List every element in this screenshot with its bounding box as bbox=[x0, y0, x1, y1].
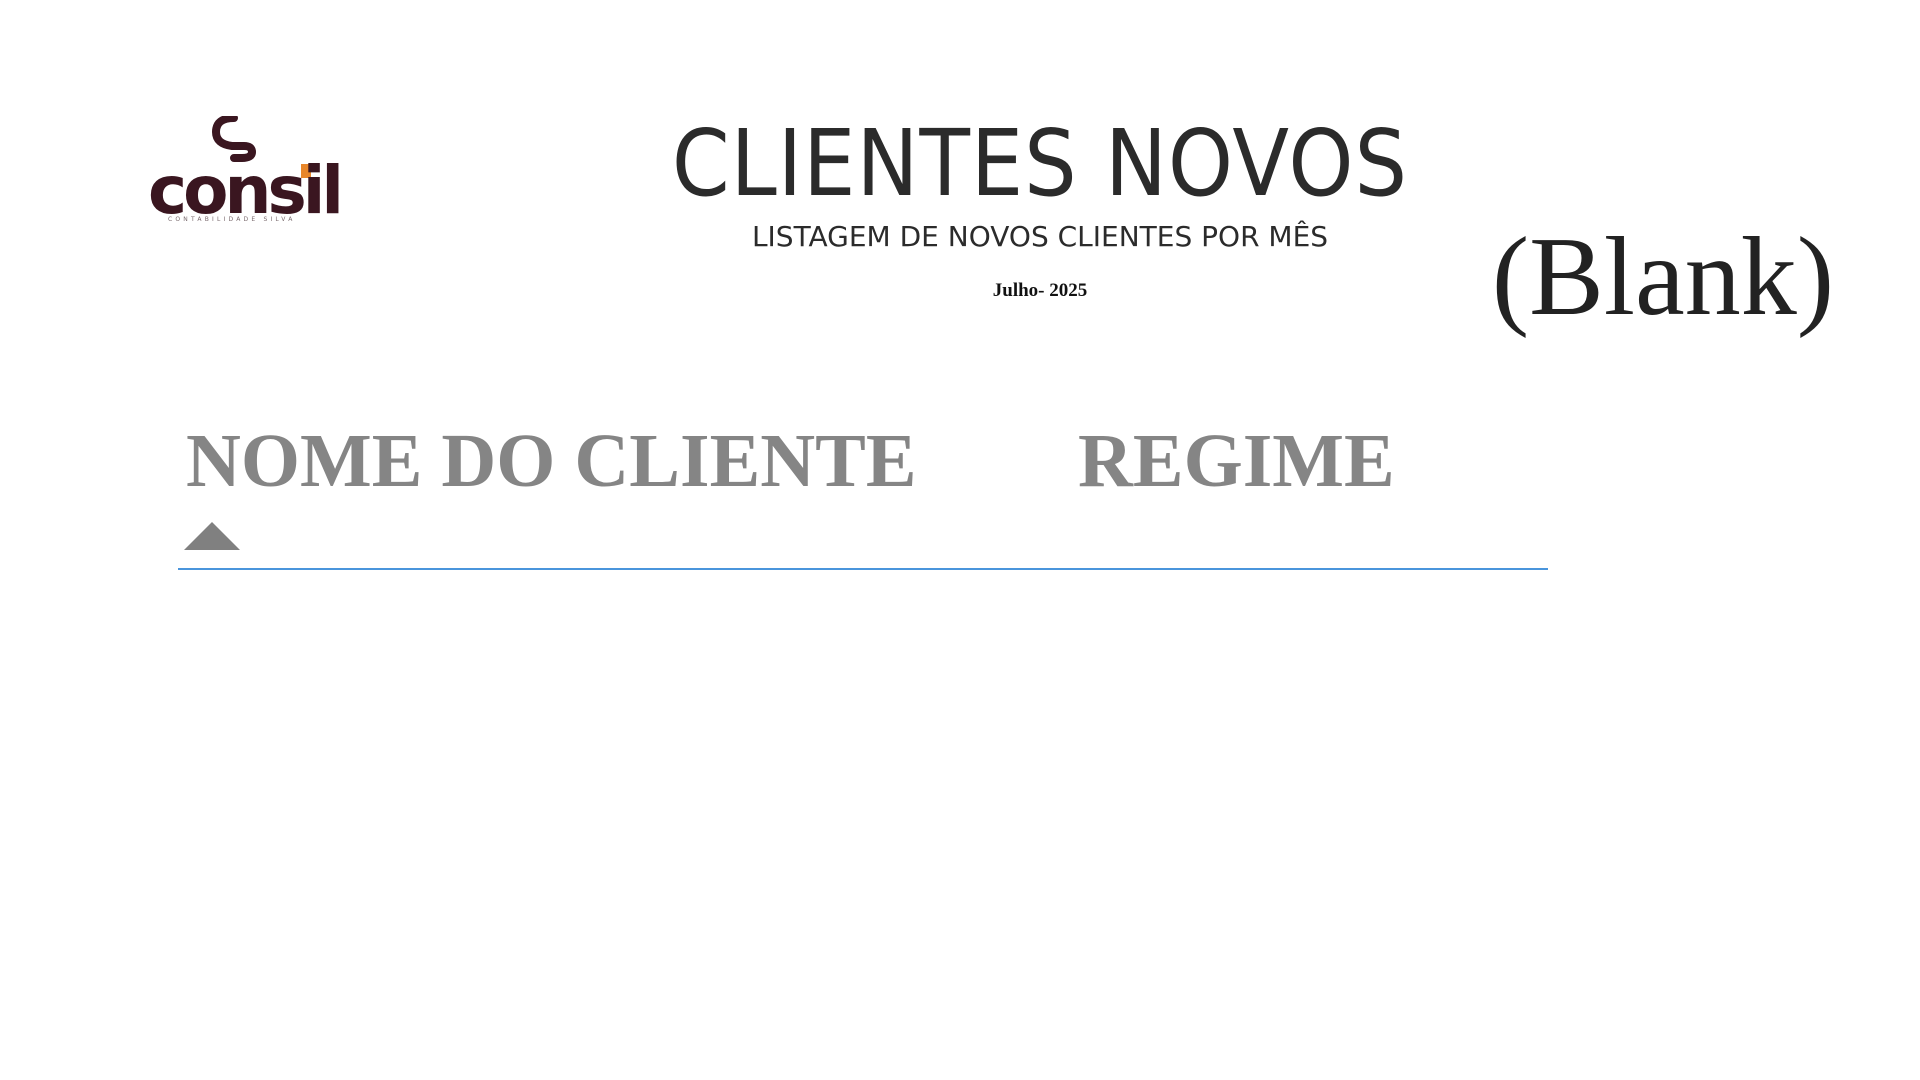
report-page: consil CONTABILIDADE SILVA CLIENTES NOVO… bbox=[0, 0, 1920, 1080]
slicer-selected-value[interactable]: (Blank) bbox=[1492, 215, 1834, 339]
sort-ascending-icon[interactable] bbox=[184, 522, 240, 550]
column-header-client-name[interactable]: NOME DO CLIENTE bbox=[186, 419, 917, 504]
page-title: CLIENTES NOVOS bbox=[671, 110, 1409, 217]
table-header-divider bbox=[178, 568, 1548, 570]
clients-table: NOME DO CLIENTE REGIME bbox=[178, 419, 1548, 570]
column-header-regime[interactable]: REGIME bbox=[1078, 419, 1395, 504]
page-subtitle: LISTAGEM DE NOVOS CLIENTES POR MÊS bbox=[751, 220, 1329, 253]
company-logo: consil CONTABILIDADE SILVA bbox=[148, 116, 344, 228]
logo-tagline: CONTABILIDADE SILVA bbox=[168, 216, 296, 223]
logo-wordmark: consil bbox=[148, 152, 344, 229]
period-label: Julho- 2025 bbox=[992, 280, 1088, 301]
